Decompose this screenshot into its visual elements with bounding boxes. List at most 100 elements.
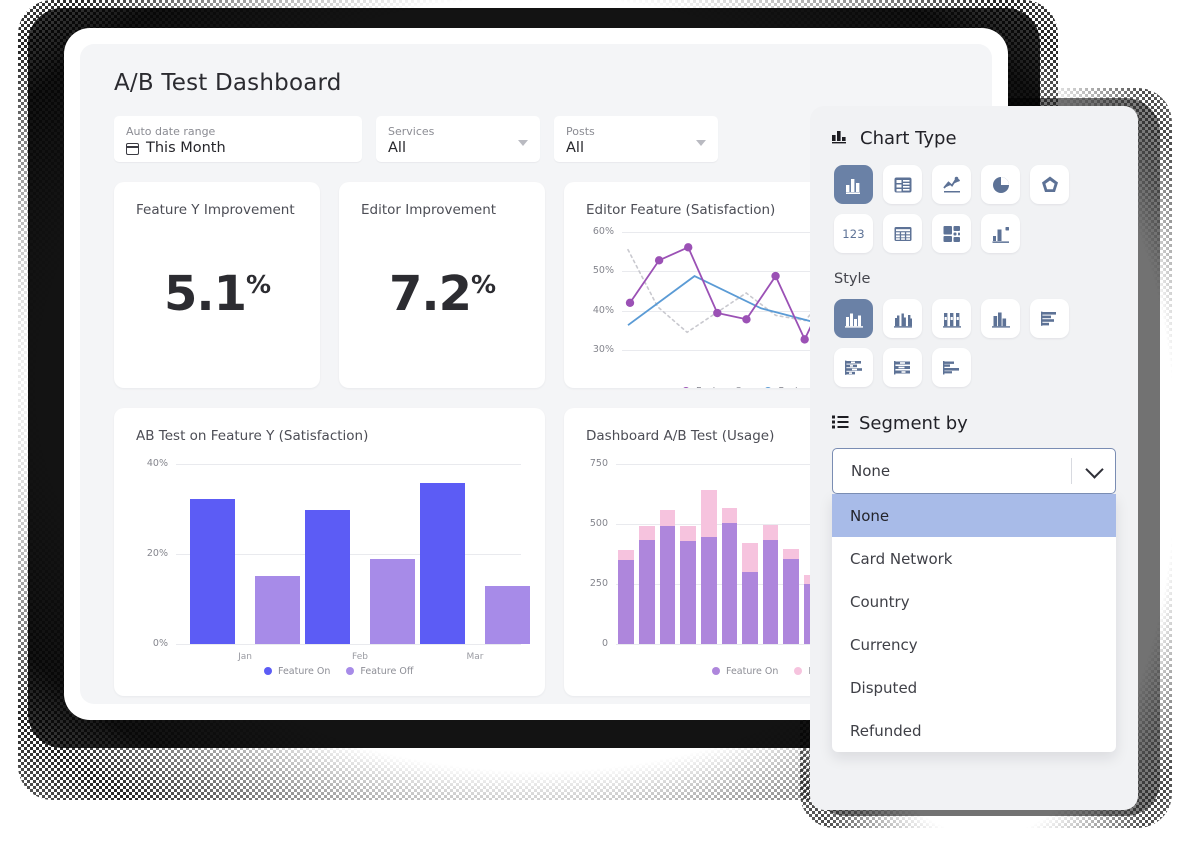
bar-segment-feature-on [639,540,655,644]
kpi-card[interactable]: Feature Y Improvement 5.1% [114,182,320,388]
legend-swatch [346,667,354,675]
bar-feature-on [190,499,235,644]
stacked-bar [660,510,676,644]
segment-select[interactable]: None [832,448,1116,494]
table-icon[interactable] [883,214,922,253]
bar-segment-feature-off [660,510,676,526]
stacked-column-icon[interactable] [932,299,971,338]
radar-chart-icon[interactable] [1030,165,1069,204]
grouped-bar-icon[interactable] [1030,299,1069,338]
chevron-down-icon [518,140,528,146]
segment-heading: Segment by [832,413,1116,434]
line-chart-legend: Feature OnFeature Off [682,386,831,388]
full-stacked-bar-icon[interactable] [883,348,922,387]
legend-label: Feature On [696,386,748,388]
bar-chart-legend: Feature On Feature Off [264,666,413,677]
y-axis-tick-label: 40% [574,305,614,316]
filter-services[interactable]: Services All [376,116,540,162]
segment-option-refunded[interactable]: Refunded [832,709,1116,752]
overlapping-bar-icon[interactable] [932,348,971,387]
bar-segment-feature-off [783,549,799,559]
bar-feature-off [370,559,415,645]
stacked-bar [701,490,717,644]
bar-segment-feature-off [742,543,758,572]
kpi-number: 5.1 [164,266,246,322]
pie-chart-icon[interactable] [981,165,1020,204]
screenshot-root: A/B Test Dashboard Auto date range This … [0,0,1202,848]
data-point-marker [626,299,634,307]
y-axis-tick-label: 50% [574,265,614,276]
y-axis-tick-label: 0% [126,638,168,649]
segment-option-disputed[interactable]: Disputed [832,666,1116,709]
filter-label: Auto date range [126,125,350,139]
stacked-bar-icon[interactable] [834,348,873,387]
data-point-marker [800,335,808,343]
y-axis-tick-label: 60% [574,226,614,237]
bar-segment-feature-on [742,572,758,644]
bar-segment-feature-off [639,526,655,540]
y-axis-tick-label: 20% [126,548,168,559]
kpi-title: Editor Improvement [361,202,496,218]
bar-segment-feature-off [763,525,779,540]
style-options [834,299,1116,387]
legend-item: Feature On [712,666,778,677]
bar-segment-feature-off [680,526,696,540]
number-icon[interactable]: 123 [834,214,873,253]
stacked-bar [639,526,655,644]
select-divider [1071,458,1072,484]
segment-option-none[interactable]: None [832,494,1116,537]
bar-segment-feature-off [618,550,634,559]
x-axis-tick-label: Jan [190,652,300,662]
filter-value-text: This Month [146,139,226,158]
page-title: A/B Test Dashboard [114,70,968,96]
segment-option-card-network[interactable]: Card Network [832,537,1116,580]
chevron-down-icon [1085,460,1103,478]
data-point-marker [713,309,721,317]
legend-item: Feature On [682,386,748,388]
bar-feature-on [305,510,350,644]
data-point-marker [771,272,779,280]
filter-date-range[interactable]: Auto date range This Month [114,116,362,162]
segment-option-currency[interactable]: Currency [832,623,1116,666]
bar-chart-icon[interactable] [834,165,873,204]
bar-segment-feature-off [722,508,738,523]
bar-feature-on [420,483,465,644]
bar-segment-feature-off [701,490,717,537]
stacked-bar [763,525,779,644]
x-axis-tick-label: Feb [305,652,415,662]
stacked-bar [783,549,799,644]
bar-segment-feature-on [783,559,799,644]
kpi-title: Feature Y Improvement [136,202,295,218]
bar-segment-feature-on [701,537,717,644]
bar-segment-feature-on [660,526,676,644]
bar-segment-feature-on [722,523,738,644]
chart-title: Editor Feature (Satisfaction) [586,202,775,218]
legend-swatch [764,387,772,388]
grouped-column-icon[interactable] [834,299,873,338]
clustered-column-icon[interactable] [981,299,1020,338]
bar-segment-feature-on [763,540,779,644]
stacked-bar [742,543,758,644]
bar-feature-off [255,576,300,644]
x-axis-tick-label: Mar [420,652,530,662]
segment-option-country[interactable]: Country [832,580,1116,623]
legend-label: Feature On [278,666,330,677]
legend-swatch [682,387,690,388]
kpi-card-icon[interactable] [883,165,922,204]
segment-heading-label: Segment by [859,413,968,434]
stacked-bar [618,550,634,644]
legend-label: Feature On [726,666,778,677]
filter-posts[interactable]: Posts All [554,116,718,162]
calendar-icon [126,142,139,155]
kpi-card[interactable]: Editor Improvement 7.2% [339,182,545,388]
line-chart-icon[interactable] [932,165,971,204]
chart-type-heading-label: Chart Type [860,128,957,149]
y-axis-tick-label: 30% [574,344,614,355]
treemap-icon[interactable] [932,214,971,253]
segment-options-menu: NoneCard NetworkCountryCurrencyDisputedR… [832,494,1116,752]
scatter-chart-icon[interactable] [981,214,1020,253]
legend-item: Feature Off [346,666,413,677]
chart-config-panel: Chart Type 123 Style Segment by None Non… [810,106,1138,810]
overlapping-column-icon[interactable] [883,299,922,338]
bar-chart-card[interactable]: AB Test on Feature Y (Satisfaction) 0%20… [114,408,545,696]
